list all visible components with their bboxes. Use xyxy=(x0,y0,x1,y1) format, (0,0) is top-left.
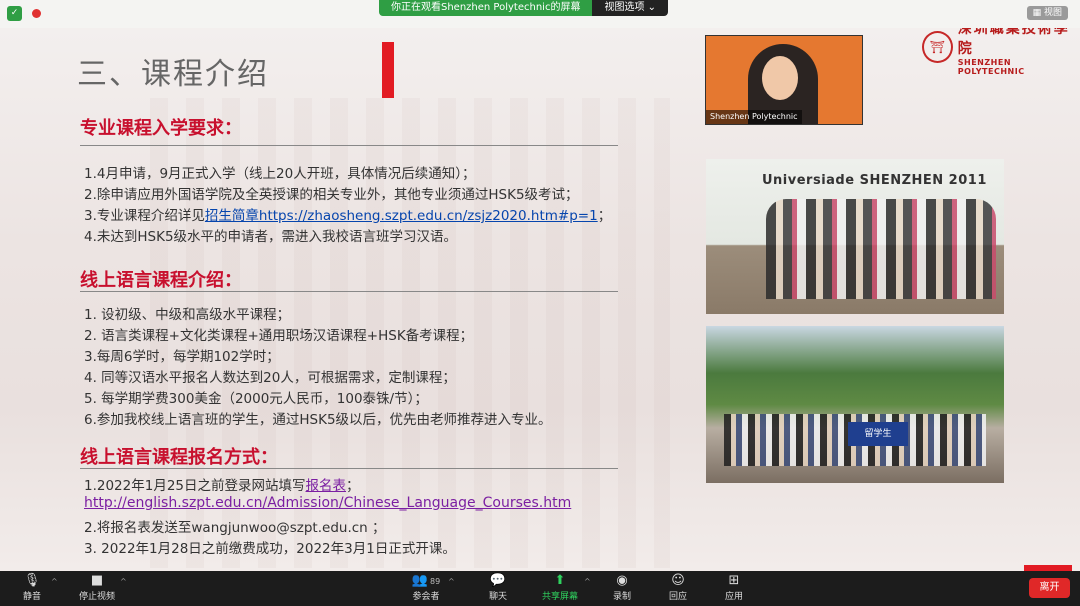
group-people xyxy=(766,199,996,299)
apps-label: 应用 xyxy=(724,592,743,602)
school-logo: ⛩ 深圳職業技術學院 SHENZHEN POLYTECHNIC xyxy=(922,28,1080,76)
universiade-group-photo: Universiade SHENZHEN 2011 xyxy=(706,159,1004,314)
stop-video-label: 停止视频 xyxy=(78,592,115,602)
admission-line-3-prefix: 3.专业课程介绍详见 xyxy=(84,208,205,224)
view-button[interactable]: ▦ 视图 xyxy=(1026,6,1068,20)
view-options-button[interactable]: 视图选项 ⌄ xyxy=(592,0,669,16)
chat-bubble-icon: 💬 xyxy=(489,573,507,588)
section-heading-admission: 专业课程入学要求： xyxy=(80,118,242,139)
chat-label: 聊天 xyxy=(488,592,507,602)
share-screen-label: 共享屏幕 xyxy=(541,592,578,602)
leave-button[interactable]: 离开 xyxy=(1029,578,1070,598)
campus-group-photo: 留学生 xyxy=(706,326,1004,483)
divider xyxy=(80,145,618,146)
audio-options-chevron-icon[interactable]: ^ xyxy=(51,577,58,586)
viewing-message: 你正在观看Shenzhen Polytechnic的屏幕 xyxy=(379,0,593,16)
logo-english-name: SHENZHEN POLYTECHNIC xyxy=(957,58,1025,76)
course-line-4: 4. 同等汉语水平报名人数达到20人，可根据需求，定制课程； xyxy=(84,370,456,386)
mute-label: 静音 xyxy=(22,592,41,602)
participants-button[interactable]: 👥 89 参会者 xyxy=(408,573,444,602)
registration-line-1: 1.2022年1月25日之前登录网站填写报名表； xyxy=(84,474,360,494)
view-button-label: 视图 xyxy=(1043,8,1062,18)
participants-chevron-icon[interactable]: ^ xyxy=(448,577,455,586)
apps-grid-icon: ⊞ xyxy=(728,573,740,588)
registration-line-3: 3. 2022年1月28日之前缴费成功，2022年3月1日正式开课。 xyxy=(84,541,456,557)
title-accent-bar xyxy=(382,42,394,98)
camera-icon: ■ xyxy=(90,573,104,588)
apps-button[interactable]: ⊞ 应用 xyxy=(720,573,748,602)
school-emblem-icon: ⛩ xyxy=(922,31,953,63)
course-line-3: 3.每周6学时，每学期102学时； xyxy=(84,349,280,365)
registration-line-1-prefix: 1.2022年1月25日之前登录网站填写 xyxy=(84,478,306,494)
application-form-link[interactable]: 报名表 xyxy=(306,478,347,494)
admission-line-1: 1.4月申请，9月正式入学（线上20人开班，具体情况后续通知）； xyxy=(84,166,476,182)
logo-chinese-name: 深圳職業技術學院 xyxy=(957,28,1070,57)
share-screen-button[interactable]: ⬆ 共享屏幕 xyxy=(538,573,582,602)
section-heading-online-courses: 线上语言课程介绍： xyxy=(80,270,242,291)
slide-title: 三、课程介绍 xyxy=(77,57,269,92)
microphone-icon: 🎙 xyxy=(23,573,41,588)
brochure-link[interactable]: 招生简章https://zhaosheng.szpt.edu.cn/zsjz20… xyxy=(205,208,598,224)
section-heading-registration: 线上语言课程报名方式： xyxy=(80,447,278,468)
course-line-1: 1. 设初级、中级和高级水平课程； xyxy=(84,307,291,323)
shared-slide: 三、课程介绍 ⛩ 深圳職業技術學院 SHENZHEN POLYTECHNIC 专… xyxy=(0,28,1080,571)
admission-line-3-suffix: ； xyxy=(597,208,612,224)
grid-icon: ▦ xyxy=(1032,8,1044,18)
reactions-label: 回应 xyxy=(668,592,687,602)
smiley-icon: ☺ xyxy=(671,573,685,588)
speaker-name-label: Shenzhen Polytechnic xyxy=(706,110,802,124)
course-line-6: 6.参加我校线上语言班的学生，通过HSK5级以后，优先由老师推荐进入专业。 xyxy=(84,412,552,428)
record-icon: ◉ xyxy=(616,573,628,588)
admission-line-3: 3.专业课程介绍详见招生简章https://zhaosheng.szpt.edu… xyxy=(84,204,611,224)
divider xyxy=(80,291,618,292)
viewing-banner: 你正在观看Shenzhen Polytechnic的屏幕 视图选项 ⌄ xyxy=(379,0,669,16)
admission-line-4: 4.未达到HSK5级水平的申请者，需进入我校语言班学习汉语。 xyxy=(84,229,458,245)
reactions-button[interactable]: ☺ 回应 xyxy=(664,573,692,602)
divider xyxy=(80,468,618,469)
mute-button[interactable]: 🎙 静音 xyxy=(18,573,46,602)
participant-count: 89 xyxy=(430,577,441,586)
admission-line-2: 2.除申请应用外国语学院及全英授课的相关专业外，其他专业须通过HSK5级考试； xyxy=(84,187,579,203)
registration-url-link[interactable]: http://english.szpt.edu.cn/Admission/Chi… xyxy=(84,495,571,511)
participants-label: 参会者 xyxy=(412,592,440,602)
video-options-chevron-icon[interactable]: ^ xyxy=(120,577,127,586)
meeting-top-bar: ✓ 你正在观看Shenzhen Polytechnic的屏幕 视图选项 ⌄ ▦ … xyxy=(0,0,1080,28)
record-label: 录制 xyxy=(612,592,631,602)
participants-icon: 👥 xyxy=(411,573,428,588)
speaker-video-tile[interactable]: Shenzhen Polytechnic xyxy=(705,35,863,125)
universiade-sign-text: Universiade SHENZHEN 2011 xyxy=(762,173,987,188)
share-options-chevron-icon[interactable]: ^ xyxy=(584,577,591,586)
record-dot-icon xyxy=(32,9,41,18)
registration-line-1-suffix: ； xyxy=(346,478,360,494)
stop-video-button[interactable]: ■ 停止视频 xyxy=(76,573,118,602)
course-line-2: 2. 语言类课程+文化类课程+通用职场汉语课程+HSK备考课程； xyxy=(84,328,474,344)
shield-icon[interactable]: ✓ xyxy=(7,6,22,21)
share-screen-icon: ⬆ xyxy=(554,573,566,588)
speaker-face xyxy=(762,56,798,100)
record-button[interactable]: ◉ 录制 xyxy=(608,573,636,602)
registration-line-2: 2.将报名表发送至wangjunwoo@szpt.edu.cn ； xyxy=(84,520,386,536)
meeting-toolbar: 🎙 静音 ^ ■ 停止视频 ^ 👥 89 参会者 ^ 💬 聊天 ⬆ 共享屏幕 ^ … xyxy=(0,571,1080,606)
chat-button[interactable]: 💬 聊天 xyxy=(484,573,512,602)
student-banner: 留学生 xyxy=(848,422,908,446)
course-line-5: 5. 每学期学费300美金（2000元人民币，100泰铢/节）； xyxy=(84,391,428,407)
